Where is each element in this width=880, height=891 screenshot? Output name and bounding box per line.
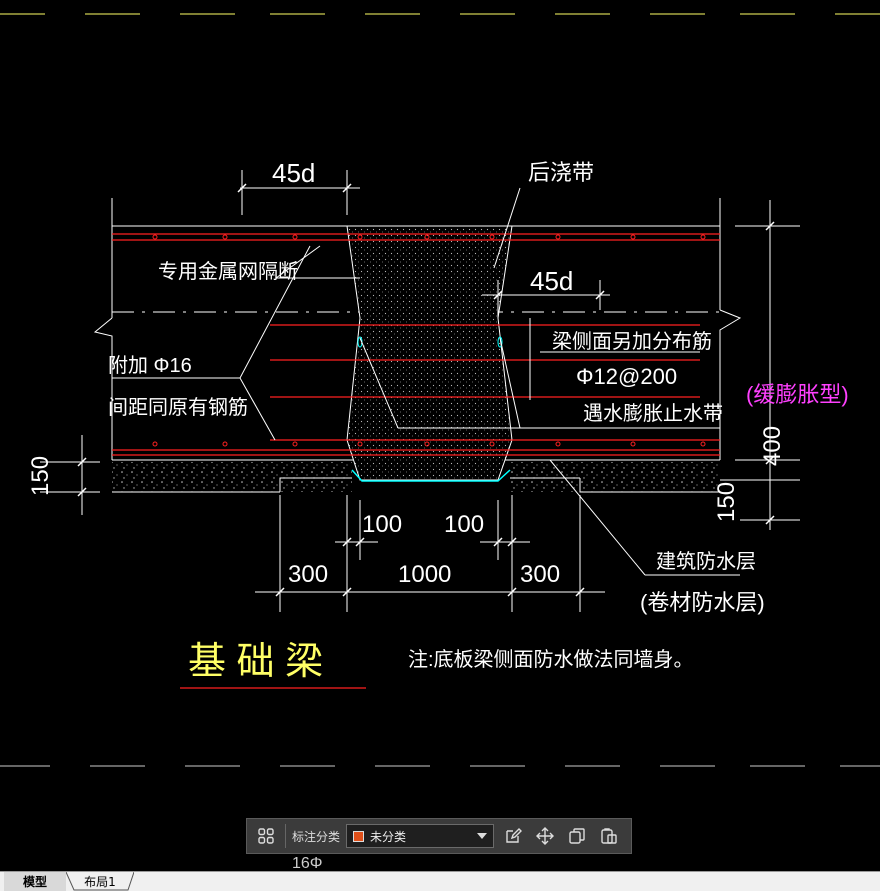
dim-150-right: 150 <box>713 482 740 522</box>
dim-300-left: 300 <box>288 561 328 588</box>
dim-100-right: 100 <box>444 511 484 538</box>
toolbar-separator <box>285 824 286 848</box>
title-text: 基 础 梁 <box>188 641 323 683</box>
layout-tab-bar: 模型 布局1 <box>0 871 880 891</box>
chevron-down-icon <box>477 833 488 839</box>
annotation-class-label: 标注分类 <box>292 829 341 844</box>
label-side-rebar: 梁侧面另加分布筋 <box>552 330 712 353</box>
dim-100-left: 100 <box>362 511 402 538</box>
note-text: 注:底板梁侧面防水做法同墙身。 <box>408 648 694 671</box>
annotation-toolbar: 标注分类 未分类 <box>246 818 632 854</box>
dim-300-right: 300 <box>520 561 560 588</box>
label-waterstop: 遇水膨胀止水带 <box>583 402 723 425</box>
dim-45d-top: 45d <box>272 158 315 188</box>
dim-1000: 1000 <box>398 561 451 588</box>
label-waterproof: 建筑防水层 <box>656 550 756 573</box>
cad-drawing-canvas[interactable]: 45d 后浇带 专用金属网隔断 45d 梁侧面另加分布筋 Φ12@200 遇水膨… <box>0 0 880 891</box>
label-rebar-spec: Φ12@200 <box>576 364 677 389</box>
label-post-cast-strip: 后浇带 <box>528 160 594 185</box>
move-icon[interactable] <box>532 823 558 849</box>
grid-icon[interactable] <box>253 823 279 849</box>
dim-45d-mid: 45d <box>530 266 573 296</box>
dim-150-left: 150 <box>27 456 54 496</box>
tab-model-label: 模型 <box>22 875 47 889</box>
label-spacing: 间距同原有钢筋 <box>108 396 248 419</box>
partial-text-bottom: 16Φ <box>292 855 323 872</box>
edit-icon[interactable] <box>500 823 526 849</box>
annotation-class-select[interactable]: 未分类 <box>346 824 495 848</box>
label-metal-mesh: 专用金属网隔断 <box>158 260 298 283</box>
label-extra-rebar: 附加 Φ16 <box>108 354 192 377</box>
dim-400-right: 400 <box>759 426 786 466</box>
post-cast-strip <box>346 225 513 481</box>
class-color-swatch <box>353 830 365 842</box>
annotation-class-value: 未分类 <box>370 829 407 844</box>
tab-model[interactable]: 模型 <box>4 872 66 891</box>
paste-icon[interactable] <box>596 823 622 849</box>
tab-layout1[interactable]: 布局1 <box>66 872 134 891</box>
copy-icon[interactable] <box>564 823 590 849</box>
gravel-layer-left <box>112 462 352 492</box>
tab-layout1-label: 布局1 <box>84 875 116 889</box>
gravel-layer-right <box>510 462 720 492</box>
label-swelling-type: (缓膨胀型) <box>746 382 849 407</box>
label-membrane: (卷材防水层) <box>640 590 765 615</box>
